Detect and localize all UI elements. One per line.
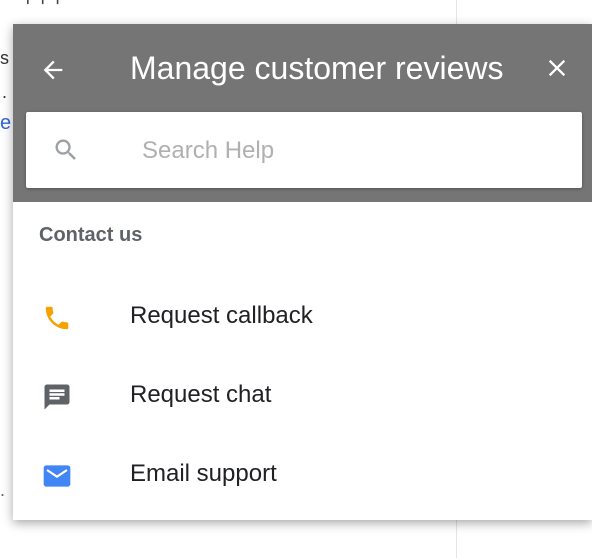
background-text-fragment: s (0, 48, 9, 68)
background-link-fragment: e (0, 112, 12, 134)
back-button[interactable] (33, 52, 73, 92)
chat-icon (40, 381, 74, 413)
search-icon (52, 136, 80, 164)
email-support-label: Email support (130, 460, 277, 487)
request-callback-option[interactable]: Request callback (13, 286, 592, 346)
help-panel: Manage customer reviews Contact us Requ (13, 24, 592, 520)
email-icon (40, 460, 74, 492)
request-chat-option[interactable]: Request chat (13, 365, 592, 425)
background-text-fragment: . (2, 82, 8, 102)
search-box[interactable] (26, 112, 582, 188)
contact-section-title: Contact us (39, 224, 143, 246)
close-icon (543, 54, 571, 87)
phone-icon (40, 302, 74, 334)
search-input[interactable] (140, 130, 564, 172)
background-text-fragment: . (0, 480, 6, 500)
arrow-left-icon (39, 56, 67, 89)
request-callback-label: Request callback (130, 302, 313, 329)
close-button[interactable] (539, 52, 575, 88)
background-text-fragment: ⌐⌐⌐ (26, 0, 71, 12)
panel-title: Manage customer reviews (130, 50, 504, 86)
email-support-option[interactable]: Email support (13, 444, 592, 504)
request-chat-label: Request chat (130, 381, 272, 408)
help-panel-header: Manage customer reviews (13, 24, 592, 202)
